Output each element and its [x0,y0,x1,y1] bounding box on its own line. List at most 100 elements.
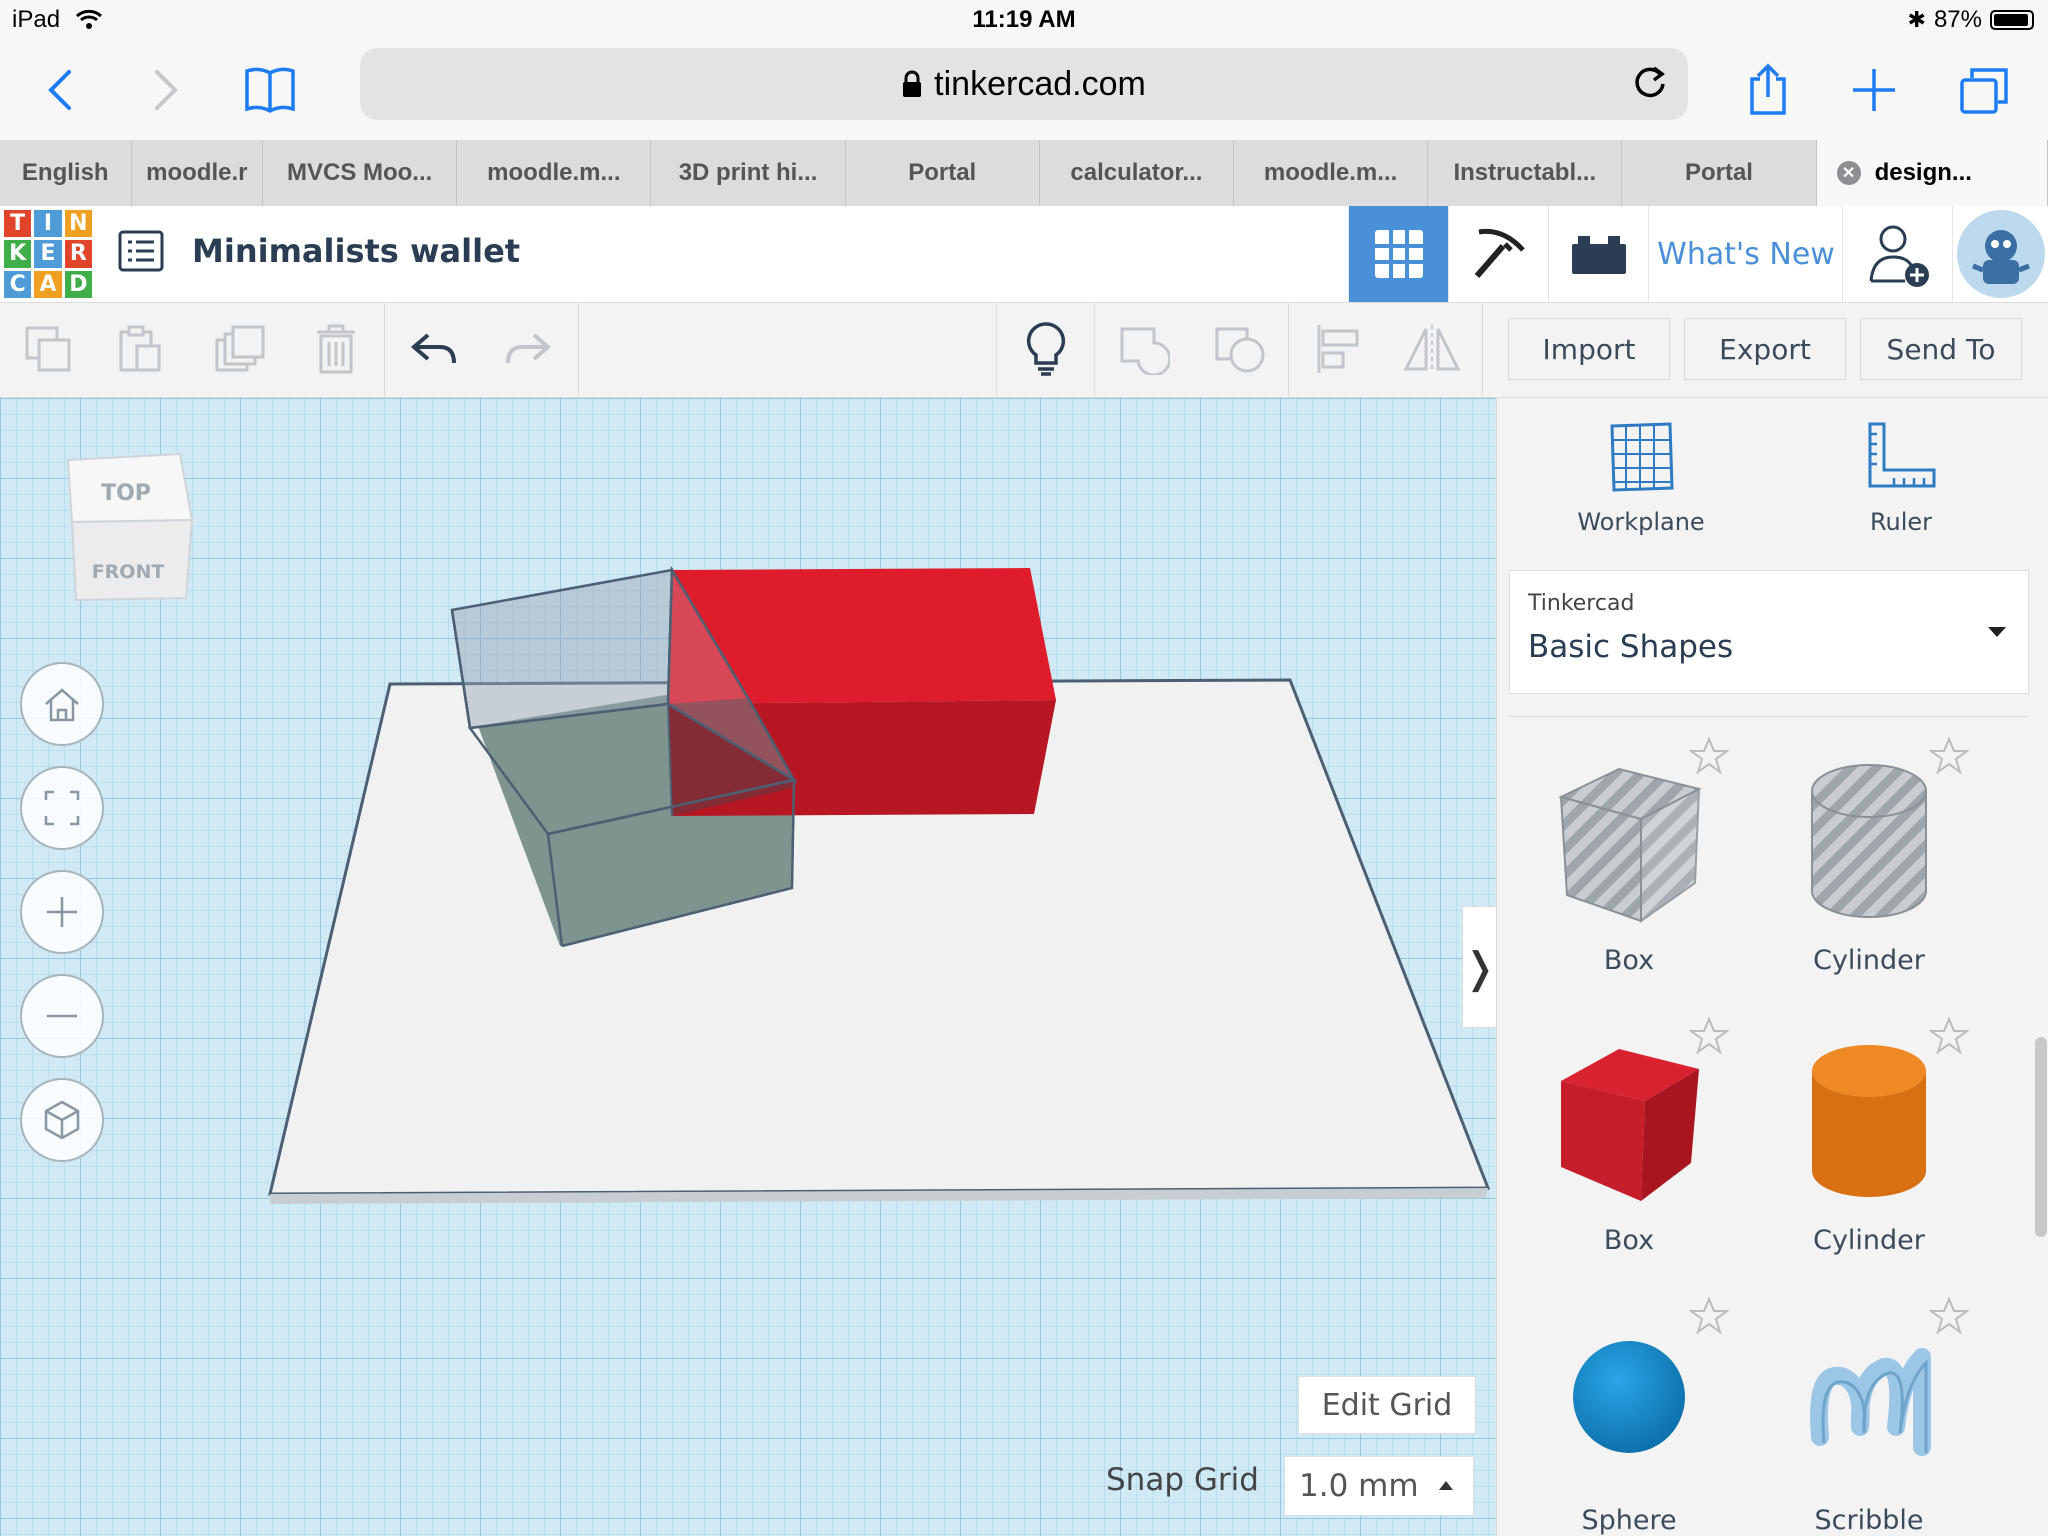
share-icon [1750,63,1786,115]
browser-tab[interactable]: Portal [1622,140,1817,206]
panel-scrollbar[interactable] [2035,1037,2047,1237]
tabs-icon [1960,68,2008,114]
shape-cylinder[interactable]: Cylinder [1749,997,1989,1277]
viewcube-top-label: TOP [101,481,151,506]
browser-tab[interactable]: calculator... [1040,140,1234,206]
shape-box-hole[interactable]: Box [1509,717,1749,997]
ruler-icon [1868,422,1936,488]
perspective-button[interactable] [20,1078,104,1162]
bricks-view-button[interactable] [1548,206,1649,302]
logo-letter: N [64,210,92,238]
copy-icon [25,326,71,372]
browser-tab[interactable]: 3D print hi... [651,140,846,206]
notes-button[interactable] [1016,319,1076,379]
ungroup-button[interactable] [1210,319,1270,379]
forward-button[interactable] [138,62,194,118]
logo-letter: D [64,270,92,298]
home-view-button[interactable] [20,662,104,746]
edit-grid-button[interactable]: Edit Grid [1298,1376,1476,1434]
shape-scribble[interactable]: Scribble [1749,1277,1989,1536]
lightbulb-icon [1026,322,1066,376]
box-solid-icon [1561,1049,1699,1201]
tab-label: moodle.r [146,159,248,186]
bluetooth-icon: ✱ [1907,7,1926,32]
shape-label: Cylinder [1813,1225,1925,1256]
tab-label: design... [1874,159,1972,186]
logo-letter: A [34,270,62,298]
fit-view-button[interactable] [20,766,104,850]
tabs-overview-button[interactable] [1956,62,2012,118]
tab-label: calculator... [1070,159,1203,186]
view-cube[interactable]: TOP FRONT [58,450,198,610]
shape-box[interactable]: Box [1509,997,1749,1277]
group-button[interactable] [1114,319,1174,379]
browser-tab-active[interactable]: ✕ design... [1816,140,2048,206]
zoom-out-icon [47,1014,77,1018]
panel-collapse-button[interactable]: ❭ [1462,906,1496,1028]
logo-letter: R [64,240,92,268]
favorite-star-icon[interactable] [1689,1297,1729,1335]
export-button[interactable]: Export [1684,318,1846,380]
browser-tab[interactable]: moodle.r [132,140,264,206]
tinkercad-logo[interactable]: TIN KER CAD [4,210,92,298]
trash-icon [317,324,355,374]
snap-grid-select[interactable]: 1.0 mm [1284,1456,1474,1516]
browser-tab[interactable]: Portal [846,140,1040,206]
duplicate-icon [215,325,265,372]
status-bar: iPad 11:19 AM ✱ 87% [0,0,2048,42]
redo-button[interactable] [498,319,558,379]
close-tab-icon[interactable]: ✕ [1836,161,1861,185]
mirror-button[interactable] [1402,319,1462,379]
bookmarks-button[interactable] [242,62,298,118]
send-to-button[interactable]: Send To [1860,318,2022,380]
zoom-in-button[interactable] [20,870,104,954]
browser-tab[interactable]: MVCS Moo... [263,140,458,206]
shape-cylinder-hole[interactable]: Cylinder [1749,717,1989,997]
import-button[interactable]: Import [1508,318,1670,380]
favorite-star-icon[interactable] [1929,1017,1969,1055]
whats-new-button[interactable]: What's New [1648,206,1843,302]
workplane-tool[interactable]: Workplane [1541,420,1741,536]
url-text: tinkercad.com [934,64,1146,103]
browser-tab[interactable]: moodle.m... [1234,140,1429,206]
undo-button[interactable] [404,319,464,379]
add-user-button[interactable] [1842,206,1953,302]
delete-button[interactable] [306,319,366,379]
browser-tab[interactable]: English [0,140,132,206]
reload-icon[interactable] [1630,62,1670,102]
new-tab-button[interactable] [1846,62,1902,118]
shapes-grid: Box Cylinder Box Cylinder Sphere Scribbl… [1509,716,2047,1536]
zoom-out-button[interactable] [20,974,104,1058]
edit-toolbar: Import Export Send To [0,303,2048,398]
design-menu-icon[interactable] [118,230,164,272]
ruler-tool[interactable]: Ruler [1801,420,2001,536]
cube-perspective-icon [44,1100,80,1140]
shape-label: Cylinder [1813,945,1925,976]
tab-label: Instructabl... [1453,159,1597,186]
design-title[interactable]: Minimalists wallet [192,232,520,270]
copy-button[interactable] [18,319,78,379]
duplicate-button[interactable] [210,319,270,379]
chevron-right-icon: ❭ [1462,943,1496,991]
library-name: Basic Shapes [1528,629,1734,665]
shape-sphere[interactable]: Sphere [1509,1277,1749,1536]
workspace-canvas[interactable]: TOP FRONT ❭ Edit Grid Snap Grid 1.0 mm [0,398,1496,1536]
favorite-star-icon[interactable] [1929,737,1969,775]
browser-tab[interactable]: moodle.m... [457,140,652,206]
battery-icon [1990,10,2034,30]
favorite-star-icon[interactable] [1929,1297,1969,1335]
back-button[interactable] [32,62,88,118]
align-button[interactable] [1308,319,1368,379]
browser-tab[interactable]: Instructabl... [1428,140,1623,206]
address-bar[interactable]: tinkercad.com [360,48,1688,120]
share-button[interactable] [1740,62,1796,118]
paste-button[interactable] [110,319,170,379]
zoom-in-icon [47,897,77,927]
logo-letter: E [34,240,62,268]
logo-letter: C [4,270,32,298]
avatar[interactable] [1952,206,2048,302]
3d-design-view-button[interactable] [1348,206,1449,302]
sphere-icon [1573,1341,1685,1453]
shape-library-select[interactable]: Tinkercad Basic Shapes [1509,570,2029,694]
minecraft-view-button[interactable] [1448,206,1549,302]
